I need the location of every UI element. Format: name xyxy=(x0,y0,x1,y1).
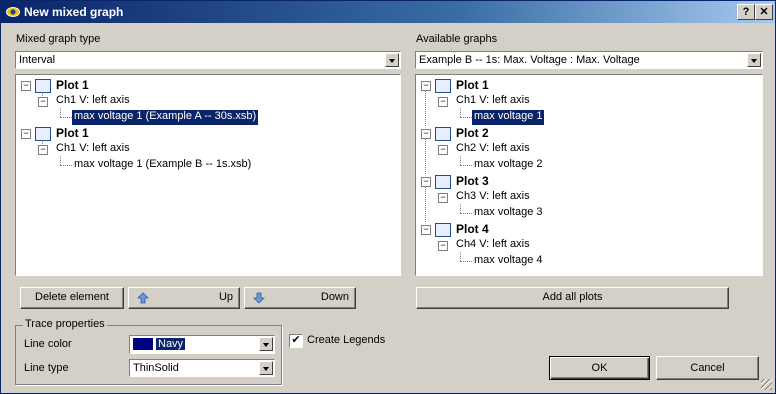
add-all-plots-button[interactable]: Add all plots xyxy=(416,287,729,309)
title-bar[interactable]: New mixed graph ? ✕ xyxy=(1,1,775,23)
tree-connector xyxy=(60,108,61,117)
line-type-select[interactable]: ThinSolid xyxy=(129,359,275,377)
available-graphs-select[interactable]: Example B -- 1s: Max. Voltage : Max. Vol… xyxy=(415,51,763,69)
expander-minus-icon[interactable]: − xyxy=(438,193,448,203)
tree-connector xyxy=(60,156,61,165)
tree-connector xyxy=(60,165,72,166)
tree-axis-node[interactable]: Ch4 V: left axis xyxy=(456,238,530,253)
expander-minus-icon[interactable]: − xyxy=(421,129,431,139)
mixed-graph-type-label: Mixed graph type xyxy=(16,33,101,45)
line-color-value: Navy xyxy=(156,338,186,350)
delete-element-button[interactable]: Delete element xyxy=(20,287,124,309)
tree-plot-node[interactable]: Plot 1 xyxy=(456,78,489,93)
tree-connector xyxy=(460,213,472,214)
tree-trace-node[interactable]: max voltage 1 (Example B -- 1s.xsb) xyxy=(74,158,251,173)
tree-connector xyxy=(460,117,472,118)
app-icon xyxy=(6,7,20,17)
tree-axis-node[interactable]: Ch1 V: left axis xyxy=(56,142,130,157)
line-color-label: Line color xyxy=(24,338,72,350)
size-grip-icon[interactable] xyxy=(761,379,772,390)
chevron-down-icon[interactable] xyxy=(259,361,273,375)
create-legends-label: Create Legends xyxy=(307,334,386,346)
mixed-graph-type-select[interactable]: Interval xyxy=(15,51,401,69)
close-icon: ✕ xyxy=(759,6,769,18)
chevron-down-icon[interactable] xyxy=(747,53,761,67)
expander-minus-icon[interactable]: − xyxy=(38,97,48,107)
up-button[interactable]: Up xyxy=(128,287,240,309)
tree-connector xyxy=(60,117,72,118)
tree-axis-node[interactable]: Ch1 V: left axis xyxy=(456,94,530,109)
trace-properties-label: Trace properties xyxy=(23,318,107,330)
cancel-button[interactable]: Cancel xyxy=(656,356,759,380)
expander-minus-icon[interactable]: − xyxy=(421,81,431,91)
create-legends-checkbox[interactable]: ✔ xyxy=(289,334,303,348)
tree-trace-node[interactable]: max voltage 3 xyxy=(474,206,542,221)
chevron-down-icon[interactable] xyxy=(385,53,399,67)
tree-plot-node[interactable]: Plot 3 xyxy=(456,174,489,189)
close-button[interactable]: ✕ xyxy=(755,4,773,20)
mixed-graph-tree[interactable]: − Plot 1 − Ch1 V: left axis max voltage … xyxy=(15,74,401,276)
mixed-graph-type-value: Interval xyxy=(19,54,56,66)
plot-icon xyxy=(435,79,451,93)
ok-label: OK xyxy=(591,362,608,374)
tree-axis-node[interactable]: Ch1 V: left axis xyxy=(56,94,130,109)
expander-minus-icon[interactable]: − xyxy=(421,225,431,235)
line-color-select[interactable]: Navy xyxy=(129,335,275,354)
available-graphs-tree[interactable]: − Plot 1 − Ch1 V: left axis max voltage … xyxy=(415,74,763,276)
help-icon: ? xyxy=(742,6,750,18)
tree-trace-node-selected[interactable]: max voltage 1 (Example A -- 30s.xsb) xyxy=(72,110,259,125)
window-title: New mixed graph xyxy=(24,5,124,19)
tree-axis-node[interactable]: Ch2 V: left axis xyxy=(456,142,530,157)
tree-connector xyxy=(460,252,461,261)
delete-element-label: Delete element xyxy=(35,291,109,303)
down-label: Down xyxy=(320,291,349,303)
plot-icon xyxy=(435,223,451,237)
tree-connector xyxy=(425,186,426,222)
expander-minus-icon[interactable]: − xyxy=(21,129,31,139)
expander-minus-icon[interactable]: − xyxy=(421,177,431,187)
plot-icon xyxy=(35,79,51,93)
tree-connector xyxy=(460,165,472,166)
add-all-plots-label: Add all plots xyxy=(542,291,603,303)
tree-plot-node[interactable]: Plot 1 xyxy=(56,78,89,93)
plot-icon xyxy=(435,175,451,189)
expander-minus-icon[interactable]: − xyxy=(21,81,31,91)
up-arrow-icon xyxy=(137,292,149,304)
available-graphs-label: Available graphs xyxy=(416,33,498,45)
color-swatch xyxy=(133,338,153,350)
up-label: Up xyxy=(218,291,233,303)
tree-plot-node[interactable]: Plot 2 xyxy=(456,126,489,141)
cancel-label: Cancel xyxy=(690,362,725,374)
line-type-value: ThinSolid xyxy=(133,362,179,374)
tree-connector xyxy=(460,204,461,213)
tree-plot-node[interactable]: Plot 1 xyxy=(56,126,89,141)
expander-minus-icon[interactable]: − xyxy=(438,145,448,155)
tree-connector xyxy=(460,261,472,262)
tree-trace-node[interactable]: max voltage 4 xyxy=(474,254,542,269)
plot-icon xyxy=(35,127,51,141)
tree-connector xyxy=(425,90,426,126)
tree-connector xyxy=(425,138,426,174)
tree-trace-node[interactable]: max voltage 2 xyxy=(474,158,542,173)
tree-connector xyxy=(460,108,461,117)
tree-connector xyxy=(460,156,461,165)
tree-plot-node[interactable]: Plot 4 xyxy=(456,222,489,237)
help-button[interactable]: ? xyxy=(737,4,755,20)
down-button[interactable]: Down xyxy=(244,287,356,309)
available-graphs-value: Example B -- 1s: Max. Voltage : Max. Vol… xyxy=(419,54,640,66)
dialog-window: New mixed graph ? ✕ Mixed graph type Int… xyxy=(0,0,776,394)
check-icon: ✔ xyxy=(291,334,301,346)
line-type-label: Line type xyxy=(24,362,69,374)
tree-axis-node[interactable]: Ch3 V: left axis xyxy=(456,190,530,205)
plot-icon xyxy=(435,127,451,141)
chevron-down-icon[interactable] xyxy=(259,337,273,351)
expander-minus-icon[interactable]: − xyxy=(38,145,48,155)
tree-trace-node-selected[interactable]: max voltage 1 xyxy=(472,110,545,125)
expander-minus-icon[interactable]: − xyxy=(438,97,448,107)
expander-minus-icon[interactable]: − xyxy=(438,241,448,251)
down-arrow-icon xyxy=(253,292,265,304)
ok-button[interactable]: OK xyxy=(549,356,650,380)
